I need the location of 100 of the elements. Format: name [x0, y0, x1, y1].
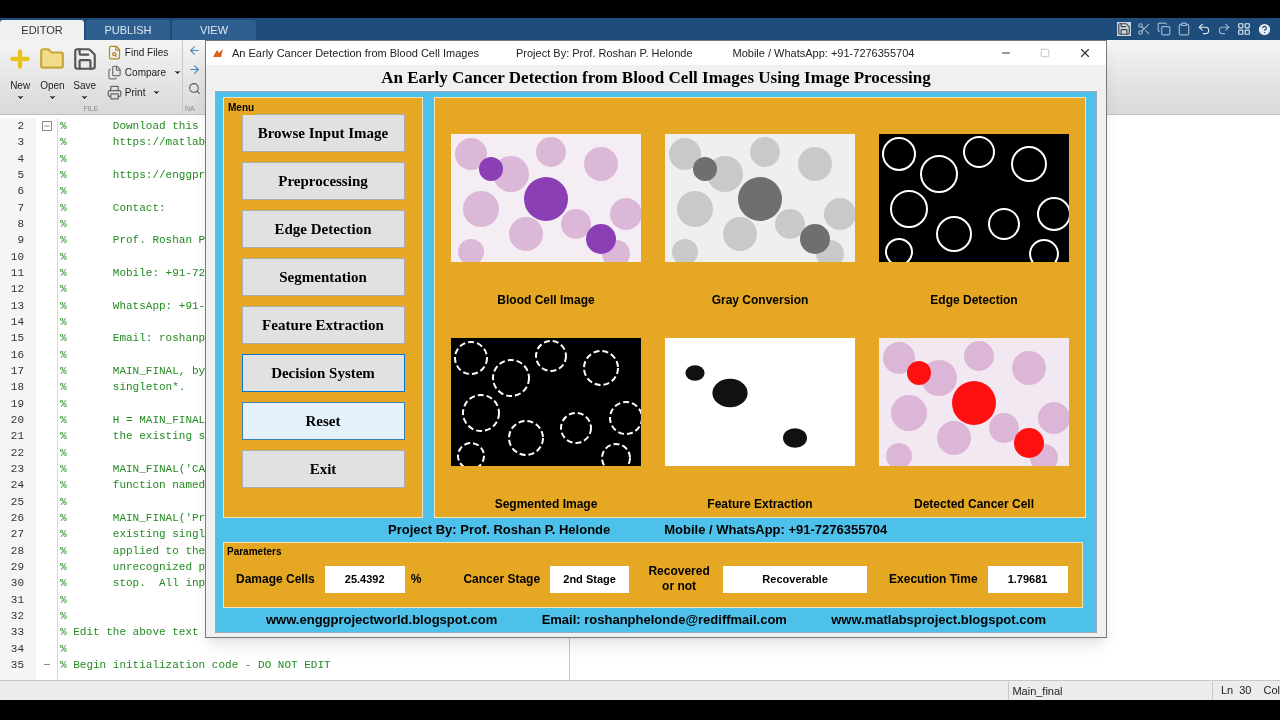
code-line: % Mobile: +91-72: [60, 265, 206, 281]
line-number: 25: [10, 494, 24, 510]
save-icon[interactable]: [1117, 22, 1131, 36]
line-number: 11: [10, 265, 24, 281]
menu-button[interactable]: Edge Detection: [241, 210, 405, 248]
line-number: 16: [10, 347, 24, 363]
copy-icon[interactable]: [1157, 22, 1171, 36]
line-number: 15: [10, 331, 24, 347]
menu-button[interactable]: Segmentation: [241, 258, 405, 296]
menu-button[interactable]: Feature Extraction: [241, 306, 405, 344]
code-line: %: [60, 314, 67, 330]
code-line: %: [60, 151, 67, 167]
save-icon: [71, 46, 98, 72]
toolbar-button[interactable]: Open: [36, 40, 69, 104]
close-icon[interactable]: [1078, 46, 1092, 60]
code-line: %: [60, 445, 67, 461]
parameter-label: Recovered or not: [647, 564, 711, 595]
line-number: 3: [17, 135, 24, 151]
ribbon-tab[interactable]: EDITOR: [0, 20, 84, 40]
line-number: 10: [10, 249, 24, 265]
parameter-unit: %: [410, 571, 422, 589]
code-line: % stop. All inp: [60, 576, 206, 592]
line-number: 23: [10, 461, 24, 477]
code-line: % H = MAIN_FINAL: [60, 412, 206, 428]
line-number: 20: [10, 412, 24, 428]
code-line: % Contact:: [60, 200, 166, 216]
menu-button[interactable]: Browse Input Image: [241, 114, 405, 152]
code-line: % function named: [60, 478, 206, 494]
image-caption: Gray Conversion: [711, 292, 809, 309]
line-number: 7: [17, 200, 24, 216]
undo-icon[interactable]: [1197, 22, 1211, 36]
fold-end-mark: [43, 664, 50, 666]
line-number: 35: [10, 657, 24, 673]
menu-button[interactable]: Preprocessing: [241, 162, 405, 200]
image-caption: Detected Cancer Cell: [913, 496, 1034, 513]
code-line: %: [60, 608, 67, 624]
line-number: 13: [10, 298, 24, 314]
forward-icon[interactable]: [187, 63, 201, 76]
line-number: 18: [10, 380, 24, 396]
line-number: 4: [17, 151, 24, 167]
toolbar-button[interactable]: Find Files: [106, 44, 182, 60]
window-title-project: Project By: Prof. Roshan P. Helonde: [516, 45, 693, 61]
code-line: % the existing s: [60, 429, 206, 445]
menu-button[interactable]: Exit: [241, 450, 405, 488]
line-number: 6: [17, 184, 24, 200]
menu-button[interactable]: Decision System: [241, 354, 405, 392]
code-line: % existing singl: [60, 527, 206, 543]
image-caption: Blood Cell Image: [497, 292, 595, 309]
fold-icon[interactable]: [41, 121, 52, 132]
help-icon[interactable]: [1257, 21, 1272, 37]
code-line: % unrecognized p: [60, 559, 206, 575]
ribbon-tab[interactable]: PUBLISH: [86, 20, 170, 40]
line-number: 32: [10, 608, 24, 624]
line-number: 28: [10, 543, 24, 559]
toolbar-button[interactable]: Print: [106, 84, 182, 100]
code-line: % https://matlab: [60, 135, 206, 151]
search-icon[interactable]: [187, 82, 201, 95]
toolbar-button[interactable]: Compare: [106, 64, 182, 80]
parameter-field: Recoverable: [723, 565, 868, 593]
panel-label: Menu: [227, 100, 256, 115]
line-number: 31: [10, 592, 24, 608]
line-number: 19: [10, 396, 24, 412]
code-line: % Begin initialization code - DO NOT EDIT: [60, 657, 331, 673]
footer-text: Email: roshanphelonde@rediffmail.com: [541, 611, 787, 630]
line-number: 21: [10, 429, 24, 445]
line-number: 29: [10, 559, 24, 575]
line-number: 8: [17, 216, 24, 232]
app-heading: An Early Cancer Detection from Blood Cell Images Using Image Processing: [381, 67, 931, 90]
code-line: %: [60, 592, 67, 608]
line-number: 24: [10, 478, 24, 494]
code-line: %: [60, 396, 67, 412]
caret-icon: [80, 93, 90, 102]
image-caption: Feature Extraction: [707, 496, 813, 513]
paste-icon[interactable]: [1177, 22, 1191, 36]
ribbon-tab[interactable]: VIEW: [172, 20, 256, 40]
toolbar-button[interactable]: New: [4, 40, 37, 104]
compare-icon: [106, 64, 122, 80]
back-icon[interactable]: [187, 44, 201, 57]
status-file: Main_final: [1008, 681, 1213, 700]
code-line: %: [60, 282, 67, 298]
cut-icon[interactable]: [1137, 22, 1151, 36]
project-credit: Project By: Prof. Roshan P. Helonde: [388, 521, 611, 540]
image-caption: Edge Detection: [930, 292, 1018, 309]
menu-button[interactable]: Reset: [241, 402, 405, 440]
code-line: % MAIN_FINAL('CA: [60, 461, 206, 477]
redo-icon[interactable]: [1217, 22, 1231, 36]
code-line: % MAIN_FINAL, by: [60, 363, 206, 379]
code-line: % Email: roshanp: [60, 331, 206, 347]
layout-icon[interactable]: [1237, 22, 1251, 36]
parameter-field: 1.79681: [987, 565, 1068, 593]
parameter-label: Execution Time: [889, 571, 978, 587]
footer-text: www.matlabsproject.blogspot.com: [831, 611, 1046, 630]
toolbar-button[interactable]: Save: [68, 40, 101, 104]
contact-info: Mobile / WhatsApp: +91-7276355704: [664, 521, 888, 540]
window-title: An Early Cancer Detection from Blood Cell Images: [232, 45, 479, 61]
line-number: 14: [10, 314, 24, 330]
code-line: % singleton*.: [60, 380, 186, 396]
code-line: % Prof. Roshan P: [60, 233, 206, 249]
code-line: % https://enggpr: [60, 168, 206, 183]
code-line: %: [60, 641, 67, 657]
